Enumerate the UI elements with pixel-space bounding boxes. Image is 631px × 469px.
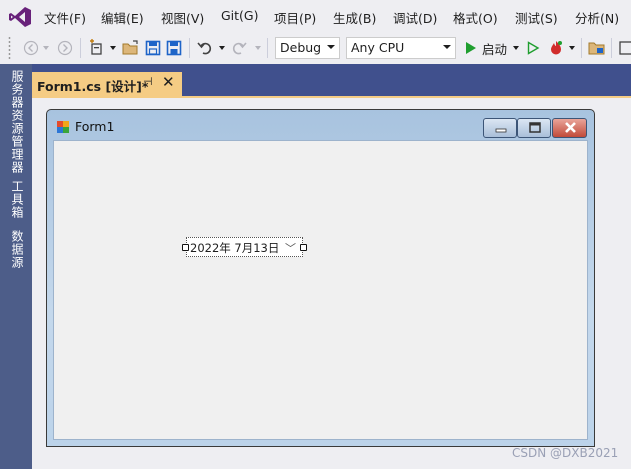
save-icon[interactable] bbox=[144, 38, 162, 58]
menu-bar: 文件(F) 编辑(E) 视图(V) Git(G) 项目(P) 生成(B) 调试(… bbox=[0, 0, 631, 32]
navigate-back-icon[interactable] bbox=[22, 38, 40, 58]
standard-toolbar: Debug Any CPU 启动 bbox=[0, 32, 631, 64]
undo-icon[interactable] bbox=[196, 38, 214, 58]
solution-explorer-folder-icon[interactable] bbox=[588, 38, 606, 58]
form-title: Form1 bbox=[75, 119, 115, 134]
redo-icon[interactable] bbox=[230, 38, 248, 58]
resize-handle-left[interactable] bbox=[182, 244, 189, 251]
toolbar-separator bbox=[189, 38, 190, 58]
form-app-icon bbox=[57, 121, 69, 133]
open-folder-icon[interactable] bbox=[122, 38, 140, 58]
pin-tab-icon[interactable]: ⊣ bbox=[143, 75, 153, 88]
document-tab-title: Form1.cs [设计]* bbox=[37, 79, 149, 94]
menu-test[interactable]: 测试(S) bbox=[515, 8, 558, 27]
form1-window[interactable]: Form1 2022年 7月13日 ﹀ bbox=[46, 109, 595, 447]
platform-select[interactable]: Any CPU bbox=[346, 37, 456, 59]
platform-value: Any CPU bbox=[351, 40, 405, 55]
menu-build[interactable]: 生成(B) bbox=[333, 8, 376, 27]
left-tool-window-dock: 服务器资源管理器 工具箱 数据源 bbox=[0, 64, 32, 469]
configuration-value: Debug bbox=[280, 40, 322, 55]
new-project-icon[interactable] bbox=[88, 38, 106, 58]
save-all-icon[interactable] bbox=[165, 38, 183, 58]
minimize-button[interactable] bbox=[483, 118, 517, 138]
undo-dropdown-icon[interactable] bbox=[219, 46, 225, 50]
close-icon bbox=[565, 122, 576, 133]
start-play-icon[interactable] bbox=[462, 38, 480, 58]
document-tab-form1-design[interactable]: Form1.cs [设计]* ⊣ ✕ bbox=[32, 72, 182, 96]
navigate-forward-icon[interactable] bbox=[56, 38, 74, 58]
maximize-button[interactable] bbox=[517, 118, 551, 138]
menu-project[interactable]: 项目(P) bbox=[274, 8, 316, 27]
resize-handle-right[interactable] bbox=[300, 244, 307, 251]
visual-studio-logo-icon bbox=[9, 7, 31, 27]
back-dropdown-icon[interactable] bbox=[43, 46, 49, 50]
configuration-select[interactable]: Debug bbox=[275, 37, 340, 59]
close-button[interactable] bbox=[552, 118, 587, 138]
menu-edit[interactable]: 编辑(E) bbox=[101, 8, 144, 27]
toolbar-separator bbox=[267, 38, 268, 58]
data-sources-tab[interactable]: 数据源 bbox=[9, 230, 26, 269]
server-explorer-tab[interactable]: 服务器资源管理器 bbox=[9, 70, 26, 174]
date-time-picker-value: 2022年 7月13日 bbox=[190, 241, 280, 255]
menu-git[interactable]: Git(G) bbox=[221, 8, 259, 23]
menu-format[interactable]: 格式(O) bbox=[453, 8, 498, 27]
menu-debug[interactable]: 调试(D) bbox=[393, 8, 437, 27]
chevron-down-icon[interactable]: ﹀ bbox=[285, 240, 296, 256]
date-time-picker[interactable]: 2022年 7月13日 ﹀ bbox=[182, 237, 307, 257]
form-client-area[interactable]: 2022年 7月13日 ﹀ bbox=[53, 140, 588, 440]
watermark: CSDN @DXB2021 bbox=[512, 446, 619, 460]
new-project-dropdown-icon[interactable] bbox=[110, 46, 116, 50]
chevron-down-icon bbox=[327, 45, 335, 49]
minimize-icon bbox=[495, 128, 507, 133]
start-button-label[interactable]: 启动 bbox=[482, 39, 507, 58]
window-layout-icon[interactable] bbox=[617, 38, 631, 58]
maximize-icon bbox=[529, 122, 541, 133]
toolbar-separator bbox=[611, 38, 612, 58]
hot-reload-dropdown-icon[interactable] bbox=[569, 46, 575, 50]
toolbar-separator bbox=[80, 38, 81, 58]
toolbar-grip[interactable] bbox=[8, 36, 11, 60]
close-tab-icon[interactable]: ✕ bbox=[162, 73, 175, 91]
toolbar-separator bbox=[581, 38, 582, 58]
menu-file[interactable]: 文件(F) bbox=[44, 8, 86, 27]
menu-analyze[interactable]: 分析(N) bbox=[575, 8, 619, 27]
start-dropdown-icon[interactable] bbox=[513, 46, 519, 50]
redo-dropdown-icon[interactable] bbox=[255, 46, 261, 50]
start-without-debugging-icon[interactable] bbox=[524, 38, 542, 58]
chevron-down-icon bbox=[443, 45, 451, 49]
menu-view[interactable]: 视图(V) bbox=[161, 8, 204, 27]
toolbox-tab[interactable]: 工具箱 bbox=[9, 180, 26, 219]
hot-reload-icon[interactable] bbox=[547, 38, 565, 58]
